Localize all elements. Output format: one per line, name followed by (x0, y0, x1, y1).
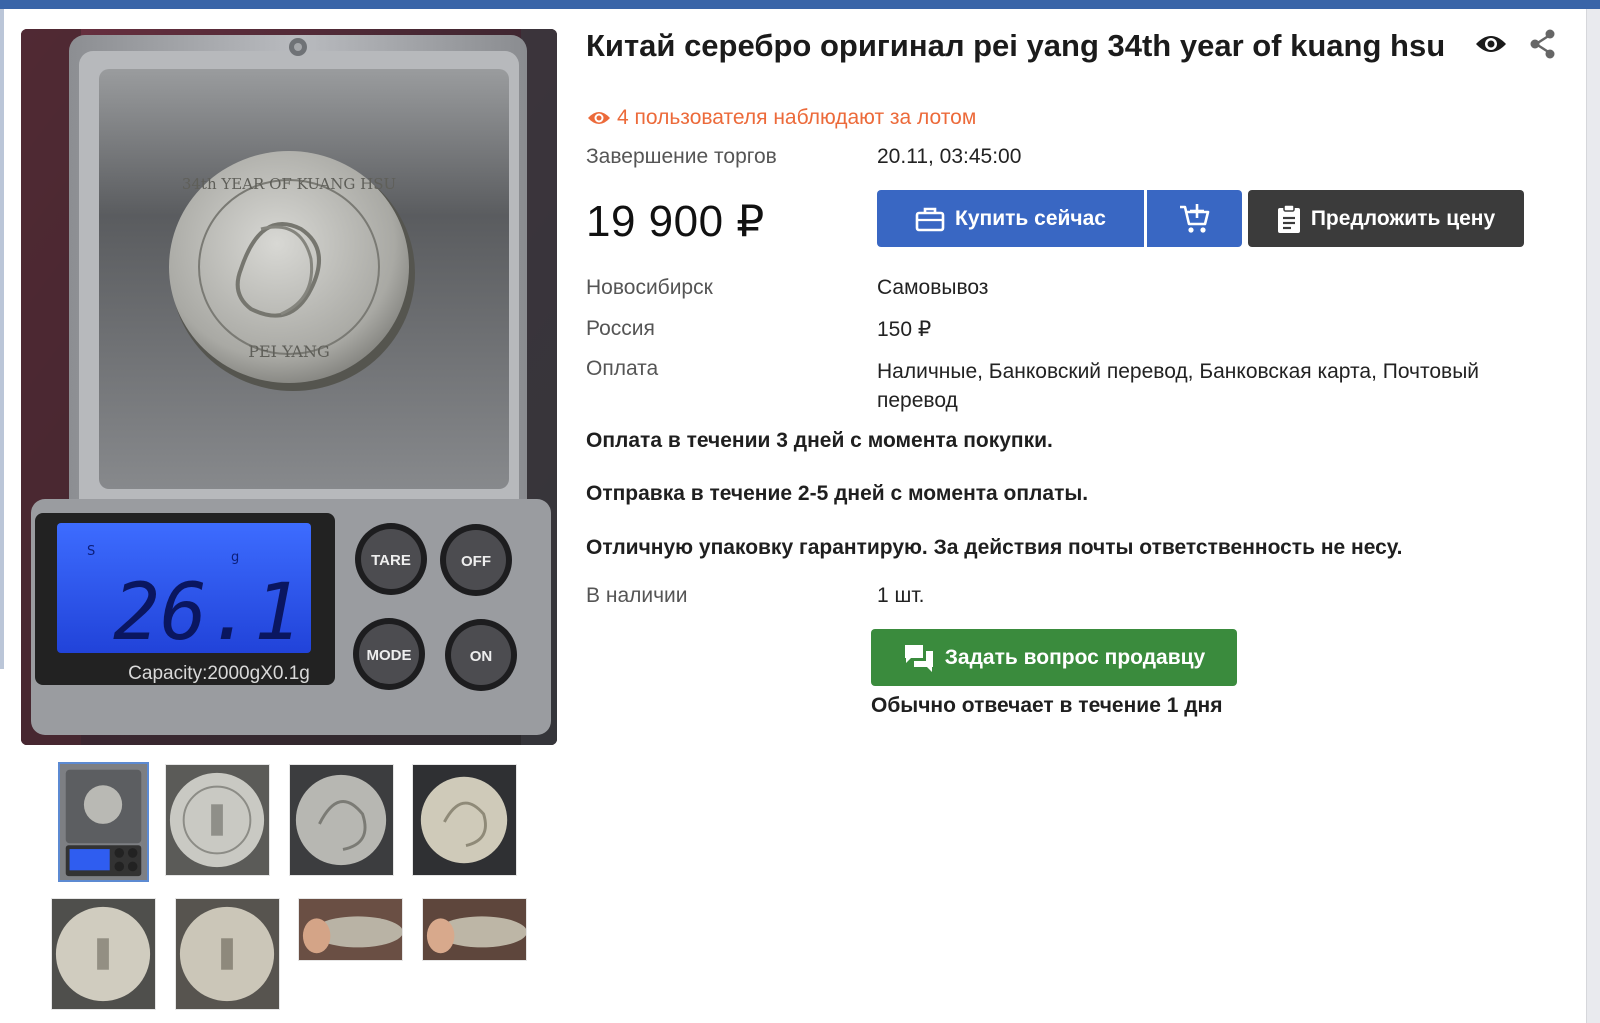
watchers-text: 4 пользователя наблюдают за лотом (617, 106, 977, 129)
auction-end-value: 20.11, 03:45:00 (877, 145, 1022, 168)
ask-seller-label: Задать вопрос продавцу (944, 645, 1206, 669)
top-bar (0, 0, 1600, 9)
buy-now-button[interactable]: Купить сейчас (877, 190, 1144, 247)
thumbnail-1[interactable] (58, 762, 149, 882)
eye-icon (588, 112, 610, 124)
left-edge-strip (0, 9, 4, 669)
thumbnail-7[interactable] (298, 898, 403, 961)
packaging-note: Отличную упаковку гарантирую. За действи… (586, 536, 1403, 559)
scale-tare-label: TARE (371, 552, 411, 569)
coin-inscription-top: 34th YEAR OF KUANG HSU (182, 175, 396, 193)
share-icon[interactable] (1528, 28, 1558, 60)
scale-on-label: ON (470, 648, 493, 665)
reply-time-note: Обычно отвечает в течение 1 дня (871, 694, 1223, 717)
add-to-cart-button[interactable] (1147, 190, 1242, 247)
thumbnail-4[interactable] (412, 764, 517, 876)
thumbnail-6[interactable] (175, 898, 280, 1010)
city-delivery-value: Самовывоз (877, 276, 989, 299)
capacity-label: Capacity:2000gX0.1g (128, 663, 310, 684)
payment-methods-value: Наличные, Банковский перевод, Банковская… (877, 360, 1480, 412)
stock-value: 1 шт. (877, 584, 925, 607)
lcd-unit-g: g (231, 550, 239, 565)
country-shipping-value: 150 ₽ (877, 318, 932, 341)
city-label: Новосибирск (586, 276, 713, 299)
stock-label: В наличии (586, 584, 688, 607)
briefcase-icon (915, 207, 945, 231)
ask-seller-button[interactable]: Задать вопрос продавцу (871, 629, 1237, 686)
chat-bubbles-icon (904, 644, 933, 672)
watchers-notice: 4 пользователя наблюдают за лотом (587, 106, 976, 130)
lcd-weight-reading: 26.1 (113, 568, 301, 658)
lcd-unit-s: S (87, 544, 95, 559)
listing-title: Китай серебро оригинал pei yang 34th yea… (586, 28, 1446, 63)
country-label: Россия (586, 317, 655, 340)
watch-eye-icon[interactable] (1474, 30, 1508, 58)
scale-mode-label: MODE (367, 647, 412, 664)
price: 19 900 ₽ (586, 197, 765, 246)
thumbnail-2[interactable] (165, 764, 270, 876)
cart-plus-icon (1179, 203, 1209, 233)
thumbnail-3[interactable] (289, 764, 394, 876)
thumbnail-8[interactable] (422, 898, 527, 961)
scale-off-label: OFF (461, 553, 491, 570)
payment-label: Оплата (586, 357, 659, 380)
offer-price-label: Предложить цену (1310, 206, 1496, 230)
offer-price-button[interactable]: Предложить цену (1248, 190, 1524, 247)
thumbnail-5[interactable] (51, 898, 156, 1010)
payment-terms-note: Оплата в течении 3 дней с момента покупк… (586, 429, 1053, 452)
coin-inscription-bottom: PEI YANG (248, 342, 330, 361)
main-product-photo[interactable]: 34th YEAR OF KUANG HSU PEI YANG S g 26.1… (21, 29, 557, 745)
auction-end-label: Завершение торгов (586, 145, 777, 168)
window-scrollbar[interactable] (1586, 9, 1600, 1023)
clipboard-icon (1277, 203, 1300, 233)
buy-now-label: Купить сейчас (955, 206, 1106, 230)
shipping-terms-note: Отправка в течение 2-5 дней с момента оп… (586, 482, 1089, 505)
